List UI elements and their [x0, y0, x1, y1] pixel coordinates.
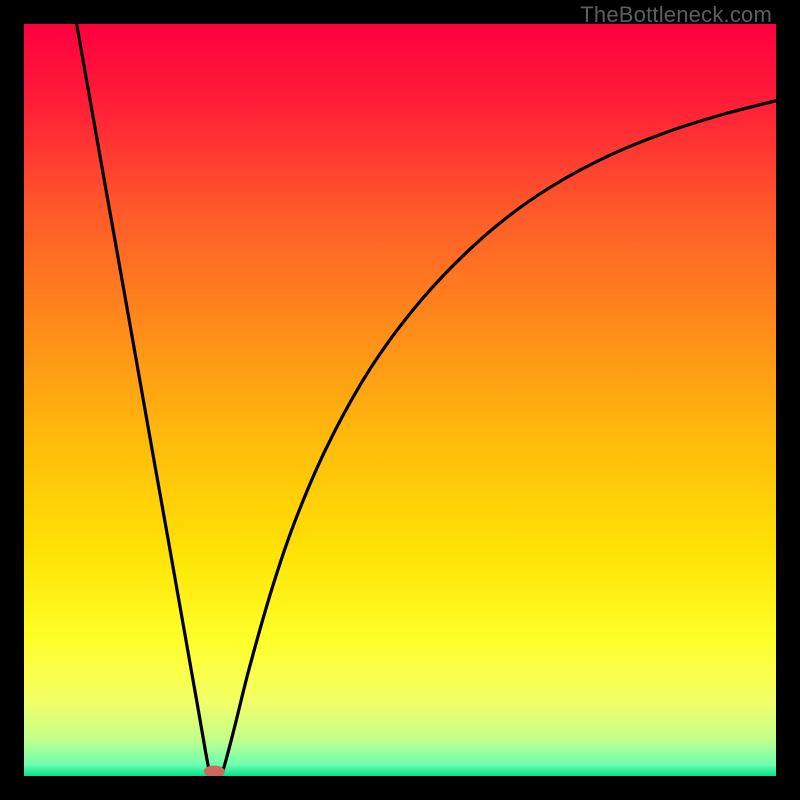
- gradient-background: [24, 24, 776, 776]
- watermark-text: TheBottleneck.com: [580, 2, 772, 28]
- bottleneck-chart: [24, 24, 776, 776]
- plot-frame: [24, 24, 776, 776]
